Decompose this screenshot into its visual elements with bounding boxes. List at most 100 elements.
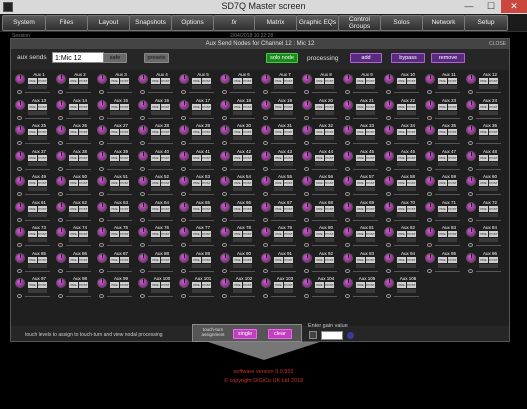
- aux-level-knob[interactable]: [466, 125, 476, 135]
- post-button[interactable]: POST: [407, 103, 416, 110]
- aux-link-icon[interactable]: [468, 192, 473, 196]
- post-button[interactable]: POST: [202, 256, 211, 263]
- menu-matrix[interactable]: Matrix: [254, 15, 297, 31]
- aux-level-knob[interactable]: [425, 252, 435, 263]
- aux-link-icon[interactable]: [181, 141, 186, 145]
- post-button[interactable]: POST: [202, 180, 211, 186]
- post-button[interactable]: POST: [161, 205, 170, 212]
- pre-button[interactable]: PRE: [315, 78, 324, 84]
- aux-link-icon[interactable]: [304, 294, 309, 298]
- aux-link-icon[interactable]: [17, 90, 22, 94]
- aux-on-indicator[interactable]: [356, 187, 375, 191]
- aux-link-icon[interactable]: [222, 243, 227, 247]
- post-button[interactable]: POST: [448, 205, 457, 212]
- aux-send-cell[interactable]: Aux 102 PRE POST: [219, 276, 257, 302]
- pre-button[interactable]: PRE: [397, 154, 406, 161]
- aux-on-indicator[interactable]: [69, 212, 88, 217]
- aux-send-cell[interactable]: Aux 43 PRE POST: [260, 149, 298, 175]
- aux-on-indicator[interactable]: [397, 212, 416, 217]
- aux-level-knob[interactable]: [138, 201, 148, 212]
- aux-send-cell[interactable]: Aux 17 PRE POST: [178, 98, 216, 124]
- aux-send-cell[interactable]: Aux 103 PRE POST: [260, 276, 298, 302]
- aux-level-knob[interactable]: [343, 278, 353, 288]
- post-button[interactable]: POST: [202, 205, 211, 212]
- post-button[interactable]: POST: [489, 154, 498, 161]
- aux-link-icon[interactable]: [140, 294, 145, 298]
- aux-level-knob[interactable]: [343, 201, 353, 212]
- aux-level-knob[interactable]: [97, 99, 107, 110]
- post-button[interactable]: POST: [448, 103, 457, 110]
- pre-button[interactable]: PRE: [356, 205, 365, 212]
- aux-level-knob[interactable]: [384, 99, 394, 110]
- aux-level-knob[interactable]: [302, 252, 312, 263]
- aux-level-knob[interactable]: [138, 99, 148, 110]
- aux-level-knob[interactable]: [261, 227, 271, 237]
- aux-on-indicator[interactable]: [110, 187, 129, 191]
- pre-button[interactable]: PRE: [356, 78, 365, 84]
- aux-on-indicator[interactable]: [315, 238, 334, 242]
- aux-on-indicator[interactable]: [110, 238, 129, 242]
- aux-level-knob[interactable]: [466, 227, 476, 237]
- aux-send-cell[interactable]: Aux 26 PRE POST: [55, 123, 93, 149]
- aux-on-indicator[interactable]: [356, 289, 375, 293]
- aux-on-indicator[interactable]: [397, 187, 416, 191]
- post-button[interactable]: POST: [366, 154, 375, 161]
- post-button[interactable]: POST: [407, 205, 416, 212]
- post-button[interactable]: POST: [161, 154, 170, 161]
- aux-on-indicator[interactable]: [315, 161, 334, 166]
- post-button[interactable]: POST: [79, 154, 88, 161]
- post-button[interactable]: POST: [202, 129, 211, 135]
- aux-send-cell[interactable]: Aux 78 PRE POST: [219, 225, 257, 251]
- aux-send-cell[interactable]: Aux 70 PRE POST: [383, 200, 421, 226]
- aux-on-indicator[interactable]: [192, 136, 211, 140]
- aux-link-icon[interactable]: [468, 115, 473, 120]
- aux-level-knob[interactable]: [302, 150, 312, 161]
- pre-button[interactable]: PRE: [151, 129, 160, 135]
- aux-send-cell[interactable]: Aux 69 PRE POST: [342, 200, 380, 226]
- post-button[interactable]: POST: [243, 282, 252, 288]
- pre-button[interactable]: PRE: [438, 180, 447, 186]
- aux-level-knob[interactable]: [343, 99, 353, 110]
- post-button[interactable]: POST: [38, 129, 47, 135]
- gain-enter-icon[interactable]: [347, 332, 354, 339]
- aux-link-icon[interactable]: [386, 217, 391, 222]
- aux-send-cell[interactable]: Aux 81 PRE POST: [342, 225, 380, 251]
- post-button[interactable]: POST: [202, 231, 211, 237]
- pre-button[interactable]: PRE: [274, 154, 283, 161]
- post-button[interactable]: POST: [366, 129, 375, 135]
- aux-on-indicator[interactable]: [110, 136, 129, 140]
- post-button[interactable]: POST: [120, 205, 129, 212]
- pre-button[interactable]: PRE: [151, 154, 160, 161]
- aux-send-cell[interactable]: Aux 63 PRE POST: [96, 200, 134, 226]
- pre-button[interactable]: PRE: [356, 129, 365, 135]
- aux-link-icon[interactable]: [99, 217, 104, 222]
- aux-on-indicator[interactable]: [28, 238, 47, 242]
- remove-button[interactable]: remove: [431, 53, 465, 63]
- aux-on-indicator[interactable]: [110, 289, 129, 293]
- aux-send-cell[interactable]: Aux 35 PRE POST: [424, 123, 462, 149]
- aux-level-knob[interactable]: [56, 252, 66, 263]
- aux-link-icon[interactable]: [140, 268, 145, 273]
- aux-on-indicator[interactable]: [192, 85, 211, 89]
- aux-on-indicator[interactable]: [192, 161, 211, 166]
- pre-button[interactable]: PRE: [233, 256, 242, 263]
- aux-link-icon[interactable]: [222, 268, 227, 273]
- aux-on-indicator[interactable]: [28, 263, 47, 268]
- post-button[interactable]: POST: [366, 78, 375, 84]
- gain-keypad-icon[interactable]: [309, 331, 317, 339]
- pre-button[interactable]: PRE: [438, 256, 447, 263]
- pre-button[interactable]: PRE: [233, 129, 242, 135]
- aux-on-indicator[interactable]: [274, 110, 293, 115]
- aux-level-knob[interactable]: [343, 176, 353, 186]
- aux-level-knob[interactable]: [425, 99, 435, 110]
- aux-send-cell[interactable]: Aux 59 PRE POST: [424, 174, 462, 200]
- aux-send-cell[interactable]: Aux 2 PRE POST: [55, 72, 93, 98]
- post-button[interactable]: POST: [407, 282, 416, 288]
- pre-button[interactable]: PRE: [397, 103, 406, 110]
- menu-options[interactable]: Options: [171, 15, 214, 31]
- post-button[interactable]: POST: [161, 282, 170, 288]
- pre-button[interactable]: PRE: [274, 256, 283, 263]
- pre-button[interactable]: PRE: [192, 205, 201, 212]
- aux-level-knob[interactable]: [97, 227, 107, 237]
- post-button[interactable]: POST: [448, 154, 457, 161]
